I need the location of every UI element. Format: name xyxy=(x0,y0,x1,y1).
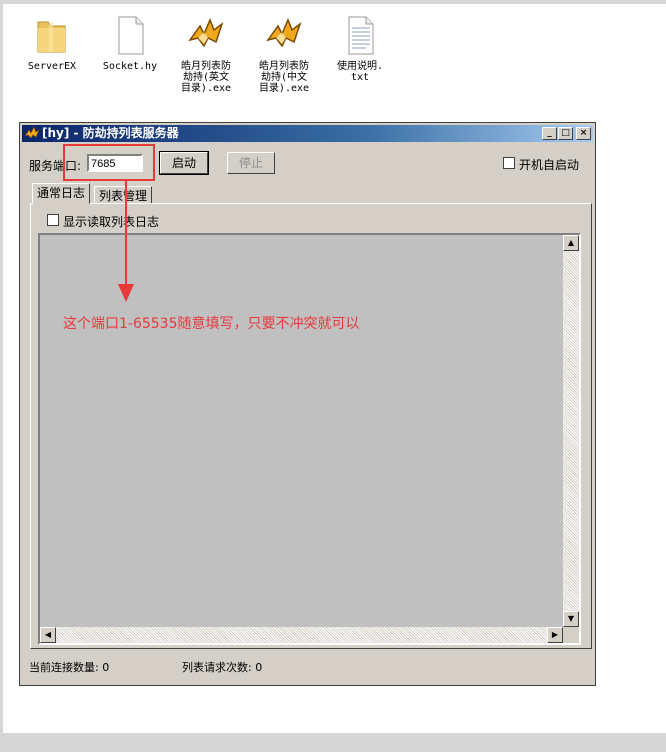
tab-normal-log[interactable]: 通常日志 xyxy=(32,183,91,204)
annotation-highlight-box xyxy=(63,144,155,181)
scroll-right-icon: ▶ xyxy=(551,630,559,639)
maximize-icon: □ xyxy=(561,128,570,138)
desktop-icon-exe-chinese[interactable]: 皓月列表防 劫持(中文 目录).exe xyxy=(244,14,324,94)
outer-frame-left xyxy=(0,0,3,752)
scroll-down-icon: ▼ xyxy=(567,614,575,623)
stop-button[interactable]: 停止 xyxy=(227,152,275,174)
window-title: [hy] - 防劫持列表服务器 xyxy=(42,126,179,140)
scrollbar-corner xyxy=(563,627,579,643)
desktop-icon-socket[interactable]: Socket.hy xyxy=(90,14,170,72)
close-button[interactable]: × xyxy=(576,127,591,140)
app-exe-icon xyxy=(188,18,224,48)
outer-frame-bottom xyxy=(0,733,666,752)
show-read-log-label: 显示读取列表日志 xyxy=(63,215,160,229)
desktop-icon-serverex[interactable]: ServerEX xyxy=(12,14,92,72)
minimize-button[interactable]: _ xyxy=(542,127,557,140)
autostart-label: 开机自启动 xyxy=(519,158,580,172)
text-file-icon xyxy=(348,16,374,55)
scroll-right-button[interactable]: ▶ xyxy=(547,627,563,643)
outer-frame-top xyxy=(0,0,666,4)
app-logo-icon xyxy=(24,126,40,139)
scroll-down-button[interactable]: ▼ xyxy=(563,611,579,627)
request-count: 列表请求次数: 0 xyxy=(182,661,263,674)
folder-icon xyxy=(37,21,66,53)
scroll-up-button[interactable]: ▲ xyxy=(563,235,579,251)
connection-count: 当前连接数量: 0 xyxy=(29,661,110,674)
blank-file-icon xyxy=(118,16,144,55)
vertical-scrollbar[interactable]: ▲ ▼ xyxy=(563,235,579,627)
app-window: [hy] - 防劫持列表服务器 _ □ × 服务端口: 7685 启动 停止 开… xyxy=(19,122,596,686)
annotation-text: 这个端口1-65535随意填写，只要不冲突就可以 xyxy=(63,316,360,332)
minimize-icon: _ xyxy=(547,128,552,138)
maximize-button[interactable]: □ xyxy=(558,127,573,140)
desktop-icon-readme[interactable]: 使用说明. txt xyxy=(320,14,400,83)
desktop-icon-label: 使用说明. txt xyxy=(336,61,384,83)
desktop-icon-exe-english[interactable]: 皓月列表防 劫持(英文 目录).exe xyxy=(166,14,246,94)
desktop-icon-label: ServerEX xyxy=(27,61,77,72)
scroll-up-icon: ▲ xyxy=(567,238,575,247)
annotation-arrow-icon xyxy=(118,180,134,302)
scroll-left-icon: ◀ xyxy=(44,630,52,639)
close-icon: × xyxy=(579,128,588,138)
scroll-left-button[interactable]: ◀ xyxy=(40,627,56,643)
autostart-checkbox[interactable] xyxy=(503,157,515,169)
desktop-icon-label: 皓月列表防 劫持(中文 目录).exe xyxy=(258,61,310,94)
window-titlebar[interactable]: [hy] - 防劫持列表服务器 _ □ × xyxy=(22,125,593,142)
desktop-icon-label: 皓月列表防 劫持(英文 目录).exe xyxy=(180,61,232,94)
show-read-log-checkbox[interactable] xyxy=(47,214,59,226)
start-button[interactable]: 启动 xyxy=(159,151,209,175)
app-exe-icon xyxy=(266,18,302,48)
horizontal-scrollbar[interactable]: ◀ ▶ xyxy=(40,627,563,643)
desktop-icon-label: Socket.hy xyxy=(102,61,158,72)
